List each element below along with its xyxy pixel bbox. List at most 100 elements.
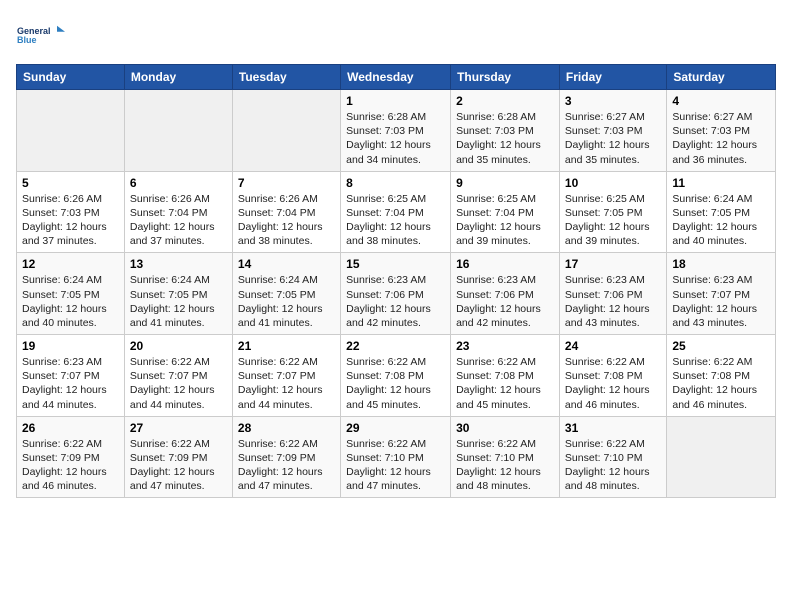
day-info: Sunrise: 6:25 AMSunset: 7:04 PMDaylight:… xyxy=(456,192,554,249)
sunrise-label: Sunrise: 6:22 AM xyxy=(130,356,210,368)
day-number: 19 xyxy=(22,339,119,353)
calendar-cell: 31Sunrise: 6:22 AMSunset: 7:10 PMDayligh… xyxy=(559,416,666,498)
calendar-cell: 13 Sunrise: 6:24 AMSunset: 7:05 PMDayligh… xyxy=(124,253,232,335)
daylight-label: Daylight: 12 hours and 34 minutes. xyxy=(346,139,431,165)
daylight-label: Daylight: 12 hours and 44 minutes. xyxy=(130,384,215,410)
sunrise-label: Sunrise: 6:22 AM xyxy=(672,356,752,368)
sunrise-label: Sunrise: 6:22 AM xyxy=(456,438,536,450)
sunset-label: Sunset: 7:06 PM xyxy=(565,289,643,301)
sunrise-label: Sunrise: 6:22 AM xyxy=(565,356,645,368)
sunset-label: Sunset: 7:04 PM xyxy=(130,207,208,219)
sunset-label: Sunset: 7:05 PM xyxy=(22,289,100,301)
sunset-label: Sunset: 7:04 PM xyxy=(456,207,534,219)
day-info: Sunrise: 6:28 AMSunset: 7:03 PMDaylight:… xyxy=(456,110,554,167)
sunrise-label: Sunrise: 6:23 AM xyxy=(456,274,536,286)
day-number: 30 xyxy=(456,421,554,435)
sunrise-label: Sunrise: 6:22 AM xyxy=(238,356,318,368)
day-info: Sunrise: 6:22 AMSunset: 7:08 PMDaylight:… xyxy=(565,355,661,412)
daylight-label: Daylight: 12 hours and 43 minutes. xyxy=(672,303,757,329)
day-info: Sunrise: 6:23 AM Sunset: 7:06 PM Daylight:… xyxy=(456,273,554,330)
col-header-tuesday: Tuesday xyxy=(232,65,340,90)
day-number: 21 xyxy=(238,339,335,353)
day-number: 2 xyxy=(456,94,554,108)
day-number: 23 xyxy=(456,339,554,353)
sunrise-label: Sunrise: 6:22 AM xyxy=(565,438,645,450)
day-info: Sunrise: 6:22 AMSunset: 7:09 PMDaylight:… xyxy=(22,437,119,494)
page-header: General Blue xyxy=(16,16,776,56)
daylight-label: Daylight: 12 hours and 41 minutes. xyxy=(238,303,323,329)
sunrise-label: Sunrise: 6:22 AM xyxy=(22,438,102,450)
calendar-cell: 21 Sunrise: 6:22 AMSunset: 7:07 PMDayligh… xyxy=(232,335,340,417)
calendar-cell: 4Sunrise: 6:27 AMSunset: 7:03 PMDaylight… xyxy=(667,90,776,172)
calendar-cell: 24 Sunrise: 6:22 AMSunset: 7:08 PMDayligh… xyxy=(559,335,666,417)
daylight-label: Daylight: 12 hours and 46 minutes. xyxy=(672,384,757,410)
sunrise-label: Sunrise: 6:24 AM xyxy=(22,274,102,286)
day-number: 10 xyxy=(565,176,661,190)
sunset-label: Sunset: 7:08 PM xyxy=(456,370,534,382)
calendar-week-3: 12Sunrise: 6:24 AMSunset: 7:05 PMDayligh… xyxy=(17,253,776,335)
calendar-cell: 1Sunrise: 6:28 AMSunset: 7:03 PMDaylight… xyxy=(341,90,451,172)
sunset-label: Sunset: 7:10 PM xyxy=(456,452,534,464)
daylight-label: Daylight: 12 hours and 37 minutes. xyxy=(22,221,107,247)
daylight-label: Daylight: 12 hours and 38 minutes. xyxy=(238,221,323,247)
calendar-cell: 12Sunrise: 6:24 AMSunset: 7:05 PMDayligh… xyxy=(17,253,125,335)
daylight-label: Daylight: 12 hours and 46 minutes. xyxy=(565,384,650,410)
calendar-table: SundayMondayTuesdayWednesdayThursdayFrid… xyxy=(16,64,776,498)
calendar-week-2: 5Sunrise: 6:26 AMSunset: 7:03 PMDaylight… xyxy=(17,171,776,253)
sunrise-label: Sunrise: 6:25 AM xyxy=(346,193,426,205)
day-number: 7 xyxy=(238,176,335,190)
sunrise-label: Sunrise: 6:22 AM xyxy=(238,438,318,450)
sunset-label: Sunset: 7:05 PM xyxy=(130,289,208,301)
daylight-label: Daylight: 12 hours and 45 minutes. xyxy=(346,384,431,410)
day-number: 13 xyxy=(130,257,227,271)
sunset-label: Sunset: 7:10 PM xyxy=(565,452,643,464)
sunset-label: Sunset: 7:07 PM xyxy=(22,370,100,382)
sunset-label: Sunset: 7:09 PM xyxy=(22,452,100,464)
day-info: Sunrise: 6:23 AMSunset: 7:07 PMDaylight:… xyxy=(22,355,119,412)
logo: General Blue xyxy=(16,16,66,56)
sunrise-label: Sunrise: 6:27 AM xyxy=(672,111,752,123)
day-info: Sunrise: 6:25 AMSunset: 7:05 PMDaylight:… xyxy=(565,192,661,249)
day-info: Sunrise: 6:26 AMSunset: 7:04 PMDaylight:… xyxy=(130,192,227,249)
calendar-cell: 14Sunrise: 6:24 AMSunset: 7:05 PMDayligh… xyxy=(232,253,340,335)
sunset-label: Sunset: 7:07 PM xyxy=(672,289,750,301)
day-number: 16 xyxy=(456,257,554,271)
day-info: Sunrise: 6:22 AMSunset: 7:10 PMDaylight:… xyxy=(346,437,445,494)
daylight-label: Daylight: 12 hours and 47 minutes. xyxy=(130,466,215,492)
sunrise-label: Sunrise: 6:28 AM xyxy=(346,111,426,123)
sunrise-label: Sunrise: 6:27 AM xyxy=(565,111,645,123)
day-info: Sunrise: 6:24 AMSunset: 7:05 PMDaylight:… xyxy=(130,273,227,330)
daylight-label: Daylight: 12 hours and 47 minutes. xyxy=(238,466,323,492)
day-info: Sunrise: 6:27 AMSunset: 7:03 PMDaylight:… xyxy=(565,110,661,167)
day-info: Sunrise: 6:22 AMSunset: 7:07 PMDaylight:… xyxy=(238,355,335,412)
day-info: Sunrise: 6:22 AMSunset: 7:08 PMDaylight:… xyxy=(456,355,554,412)
calendar-cell: 15Sunrise: 6:23 AMSunset: 7:06 PMDayligh… xyxy=(341,253,451,335)
day-number: 29 xyxy=(346,421,445,435)
calendar-cell: 16 Sunrise: 6:23 AM Sunset: 7:06 PM Dayligh… xyxy=(451,253,560,335)
sunrise-label: Sunrise: 6:23 AM xyxy=(565,274,645,286)
day-info: Sunrise: 6:26 AMSunset: 7:04 PMDaylight:… xyxy=(238,192,335,249)
day-number: 5 xyxy=(22,176,119,190)
calendar-cell: 2 Sunrise: 6:28 AMSunset: 7:03 PMDaylight… xyxy=(451,90,560,172)
sunset-label: Sunset: 7:10 PM xyxy=(346,452,424,464)
daylight-label: Daylight: 12 hours and 35 minutes. xyxy=(565,139,650,165)
calendar-cell xyxy=(667,416,776,498)
sunrise-label: Sunrise: 6:25 AM xyxy=(456,193,536,205)
sunset-label: Sunset: 7:07 PM xyxy=(130,370,208,382)
calendar-cell: 18Sunrise: 6:23 AMSunset: 7:07 PMDayligh… xyxy=(667,253,776,335)
svg-text:Blue: Blue xyxy=(17,35,37,45)
day-number: 1 xyxy=(346,94,445,108)
sunrise-label: Sunrise: 6:25 AM xyxy=(565,193,645,205)
daylight-label: Daylight: 12 hours and 43 minutes. xyxy=(565,303,650,329)
day-number: 8 xyxy=(346,176,445,190)
day-info: Sunrise: 6:23 AMSunset: 7:07 PMDaylight:… xyxy=(672,273,770,330)
sunset-label: Sunset: 7:06 PM xyxy=(456,289,534,301)
sunrise-label: Sunrise: 6:24 AM xyxy=(672,193,752,205)
day-info: Sunrise: 6:27 AMSunset: 7:03 PMDaylight:… xyxy=(672,110,770,167)
daylight-label: Daylight: 12 hours and 42 minutes. xyxy=(456,303,541,329)
daylight-label: Daylight: 12 hours and 41 minutes. xyxy=(130,303,215,329)
sunrise-label: Sunrise: 6:22 AM xyxy=(346,356,426,368)
day-number: 28 xyxy=(238,421,335,435)
day-number: 24 xyxy=(565,339,661,353)
daylight-label: Daylight: 12 hours and 48 minutes. xyxy=(565,466,650,492)
